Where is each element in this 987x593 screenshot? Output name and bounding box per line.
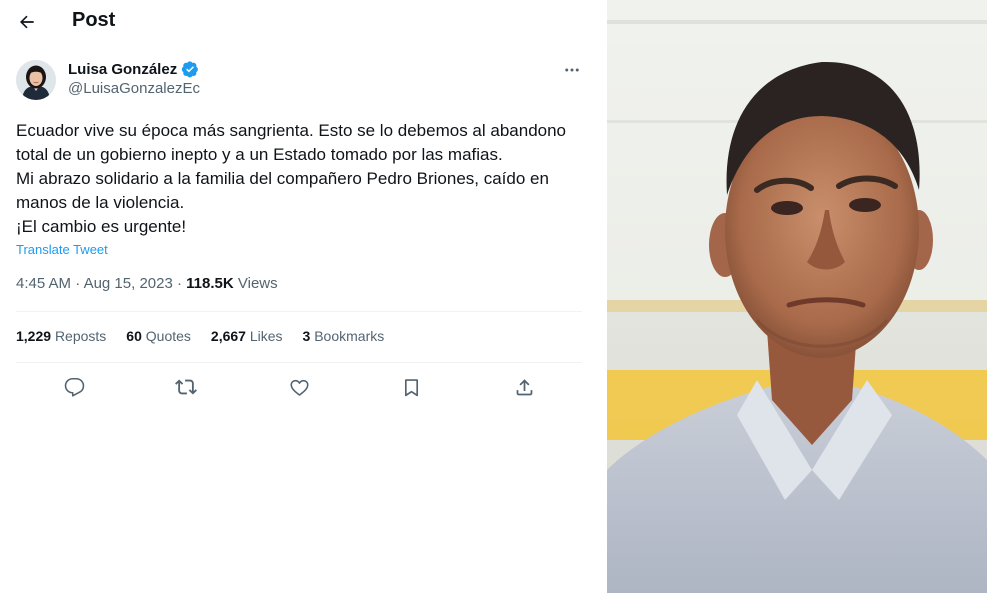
translate-tweet-link[interactable]: Translate Tweet <box>16 242 108 257</box>
verified-badge-icon <box>181 61 199 78</box>
bookmarks-count: 3 <box>302 328 311 344</box>
tweet-text-line: ¡El cambio es urgente! <box>16 217 187 236</box>
reposts-stat[interactable]: 1,229 Reposts <box>16 328 106 344</box>
avatar[interactable] <box>16 60 56 100</box>
tweet-meta: 4:45 AM · Aug 15, 2023 · 118.5K Views <box>16 275 278 292</box>
bookmark-button[interactable] <box>396 372 426 402</box>
views-label: Views <box>238 275 278 292</box>
views-count: 118.5K <box>186 275 234 292</box>
reposts-count: 1,229 <box>16 328 52 344</box>
share-icon <box>516 378 532 395</box>
quotes-label: Quotes <box>145 328 191 344</box>
share-button[interactable] <box>509 372 539 402</box>
arrow-left-icon <box>20 15 34 29</box>
divider <box>16 311 582 312</box>
repost-icon <box>175 379 197 395</box>
likes-stat[interactable]: 2,667 Likes <box>211 328 283 344</box>
bookmarks-stat[interactable]: 3 Bookmarks <box>303 328 385 344</box>
attached-photo[interactable] <box>607 0 987 593</box>
heart-icon <box>289 379 309 396</box>
page-title: Post <box>72 9 116 31</box>
author-name[interactable]: Luisa González <box>68 61 177 78</box>
likes-count: 2,667 <box>210 328 246 344</box>
tweet-text-line: Mi abrazo solidario a la familia del com… <box>16 169 549 188</box>
tweet-text: Ecuador vive su época más sangrienta. Es… <box>16 119 586 239</box>
author-handle[interactable]: @LuisaGonzalezEc <box>68 80 200 97</box>
tweet-text-line: Ecuador vive su época más sangrienta. Es… <box>16 121 567 140</box>
like-button[interactable] <box>284 372 314 402</box>
panel-gap <box>598 0 607 593</box>
post-header: Post <box>0 0 598 44</box>
tweet-date[interactable]: Aug 15, 2023 <box>84 275 173 292</box>
tweet-pane: Post Luisa González @LuisaGonzalezEc Ecu… <box>0 0 598 593</box>
meta-separator: · <box>75 275 84 292</box>
reply-icon <box>64 377 84 397</box>
tweet-text-line: manos de la violencia. <box>16 193 185 212</box>
views-label-text: Views <box>237 275 278 292</box>
repost-button[interactable] <box>171 372 201 402</box>
back-button[interactable] <box>10 5 44 39</box>
reposts-label: Reposts <box>54 328 107 344</box>
meta-separator: · <box>176 275 187 292</box>
portrait-photo-illustration <box>607 0 987 593</box>
divider <box>16 362 582 363</box>
quotes-count: 60 <box>126 328 142 344</box>
tweet-actions <box>0 372 598 402</box>
reply-button[interactable] <box>59 372 89 402</box>
likes-label: Likes <box>249 328 283 344</box>
author-name-row: Luisa González <box>68 60 199 78</box>
tweet-time[interactable]: 4:45 AM <box>16 275 71 292</box>
bookmarks-label: Bookmarks <box>314 328 385 344</box>
engagement-stats: 1,229 Reposts 60 Quotes 2,667 Likes 3 Bo… <box>16 328 384 344</box>
quotes-stat[interactable]: 60 Quotes <box>126 328 191 344</box>
more-options-button[interactable] <box>558 58 586 82</box>
tweet-text-line: total de un gobierno inepto y a un Estad… <box>16 145 503 164</box>
more-horizontal-icon <box>565 68 579 72</box>
avatar-portrait-icon <box>16 60 56 100</box>
bookmark-icon <box>404 378 418 396</box>
